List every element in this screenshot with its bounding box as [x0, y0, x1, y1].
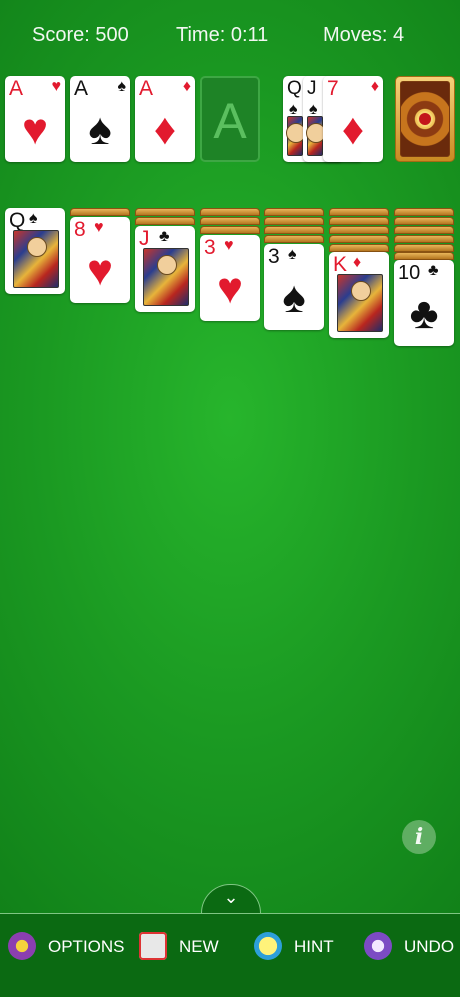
tableau-2-eight-hearts[interactable]: 8 ♥ ♥ — [70, 217, 130, 303]
club-icon: ♣ — [159, 228, 170, 245]
moves-label: Moves: 4 — [323, 24, 405, 46]
club-icon: ♣ — [428, 262, 439, 279]
tableau-1-queen-spades[interactable]: Q ♠ — [5, 208, 65, 294]
jack-face-art — [143, 248, 189, 306]
foundation-placeholder: A — [213, 93, 247, 149]
face-down-card — [200, 208, 260, 216]
gem-ornament-icon — [419, 113, 431, 125]
diamond-icon: ♦ — [182, 78, 191, 95]
face-down-card — [264, 226, 324, 234]
status-bar: Score: 500 Time: 0:11 Moves: 4 — [0, 24, 460, 50]
foundation-spades[interactable]: A ♠ ♠ — [70, 76, 130, 162]
face-down-card — [329, 244, 389, 252]
cards-icon — [139, 932, 167, 960]
heart-icon: ♥ — [86, 246, 114, 295]
stock-pile[interactable] — [395, 76, 455, 162]
face-down-card — [394, 244, 454, 252]
queen-face-art — [286, 116, 306, 156]
face-down-card — [200, 226, 260, 234]
card-rank: J — [139, 227, 150, 250]
undo-arrow-icon — [364, 932, 392, 960]
face-down-card — [329, 217, 389, 225]
card-rank: A — [9, 77, 24, 100]
card-rank: 7 — [327, 77, 339, 100]
heart-icon: ♥ — [21, 105, 49, 154]
face-down-card — [329, 235, 389, 243]
spade-icon: ♠ — [282, 273, 306, 322]
tableau-7-ten-clubs[interactable]: 10 ♣ ♣ — [394, 260, 454, 346]
foundation-hearts[interactable]: A ♥ ♥ — [5, 76, 65, 162]
tableau-5-three-spades[interactable]: 3 ♠ ♠ — [264, 244, 324, 330]
hint-button[interactable]: HINT — [254, 930, 344, 962]
tableau-3-jack-clubs[interactable]: J ♣ — [135, 226, 195, 312]
gear-icon — [8, 932, 36, 960]
time-label: Time: 0:11 — [176, 24, 269, 46]
heart-icon: ♥ — [224, 237, 234, 254]
card-rank: Q — [9, 209, 26, 232]
face-down-card — [264, 208, 324, 216]
face-down-card — [135, 217, 195, 225]
tableau-6-king-diamonds[interactable]: K ♦ — [329, 252, 389, 338]
foundation-diamonds[interactable]: A ♦ ♦ — [135, 76, 195, 162]
card-rank: A — [139, 77, 154, 100]
face-down-card — [264, 235, 324, 243]
face-down-card — [200, 217, 260, 225]
face-down-card — [394, 226, 454, 234]
diamond-icon: ♦ — [341, 105, 365, 154]
waste-card-seven-diamonds[interactable]: 7 ♦ ♦ — [323, 76, 383, 162]
heart-icon: ♥ — [51, 78, 62, 95]
heart-icon: ♥ — [216, 264, 244, 313]
bottom-toolbar: OPTIONS NEW HINT UNDO — [0, 913, 460, 997]
face-down-card — [394, 217, 454, 225]
diamond-icon: ♦ — [370, 78, 379, 95]
king-face-art — [337, 274, 383, 332]
options-label: OPTIONS — [48, 937, 125, 956]
card-rank: 8 — [74, 218, 86, 241]
heart-icon: ♥ — [94, 219, 104, 236]
face-down-card — [135, 208, 195, 216]
undo-label: UNDO — [404, 937, 455, 956]
diamond-icon: ♦ — [353, 254, 362, 271]
new-game-button[interactable]: NEW — [139, 930, 229, 962]
spade-icon: ♠ — [288, 246, 297, 263]
new-label: NEW — [179, 937, 219, 956]
jack-face-art — [306, 116, 326, 156]
diamond-icon: ♦ — [153, 105, 177, 154]
card-rank: Q — [287, 78, 302, 99]
face-down-card — [394, 208, 454, 216]
face-down-card — [329, 208, 389, 216]
queen-face-art — [13, 230, 59, 288]
face-down-card — [329, 226, 389, 234]
hint-label: HINT — [294, 937, 334, 956]
score-label: Score: 500 — [32, 24, 129, 46]
card-rank: K — [333, 253, 348, 276]
face-down-card — [394, 252, 454, 260]
card-rank: A — [74, 77, 89, 100]
foundation-empty-slot[interactable]: A — [200, 76, 260, 162]
info-button[interactable]: i — [402, 820, 436, 854]
options-button[interactable]: OPTIONS — [8, 930, 128, 962]
undo-button[interactable]: UNDO — [364, 930, 456, 962]
card-rank: J — [307, 78, 317, 99]
chevron-down-icon: ⌄ — [223, 887, 239, 907]
card-rank: 3 — [204, 236, 216, 259]
club-icon: ♣ — [409, 289, 439, 338]
card-rank: 3 — [268, 245, 280, 268]
face-down-card — [264, 217, 324, 225]
spade-icon: ♠ — [117, 78, 127, 95]
face-down-card — [70, 208, 130, 216]
face-down-card — [394, 235, 454, 243]
spade-icon: ♠ — [88, 105, 112, 154]
spade-icon: ♠ — [29, 210, 38, 227]
tableau-4-three-hearts[interactable]: 3 ♥ ♥ — [200, 235, 260, 321]
card-back-art — [400, 81, 450, 157]
card-rank: 10 — [398, 262, 421, 284]
lightbulb-icon — [254, 932, 282, 960]
